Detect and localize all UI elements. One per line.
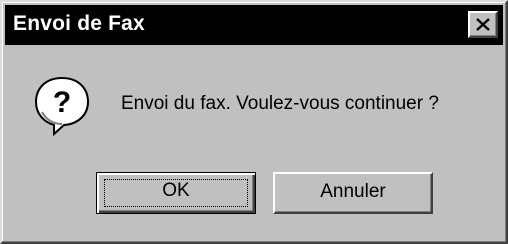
fax-dialog-window: Envoi de Fax ? Envoi du fax. Voulez-vous… <box>0 0 508 244</box>
title-bar[interactable]: Envoi de Fax <box>5 5 503 45</box>
question-icon: ? <box>32 74 92 138</box>
cancel-button-label: Annuler <box>320 181 386 202</box>
ok-button[interactable]: OK <box>96 172 256 214</box>
close-icon <box>476 18 490 31</box>
dialog-title: Envoi de Fax <box>13 12 145 35</box>
svg-text:?: ? <box>53 86 71 119</box>
dialog-message: Envoi du fax. Voulez-vous continuer ? <box>121 93 439 114</box>
close-button[interactable] <box>468 11 498 38</box>
cancel-button[interactable]: Annuler <box>273 172 433 214</box>
ok-button-label: OK <box>162 180 190 201</box>
